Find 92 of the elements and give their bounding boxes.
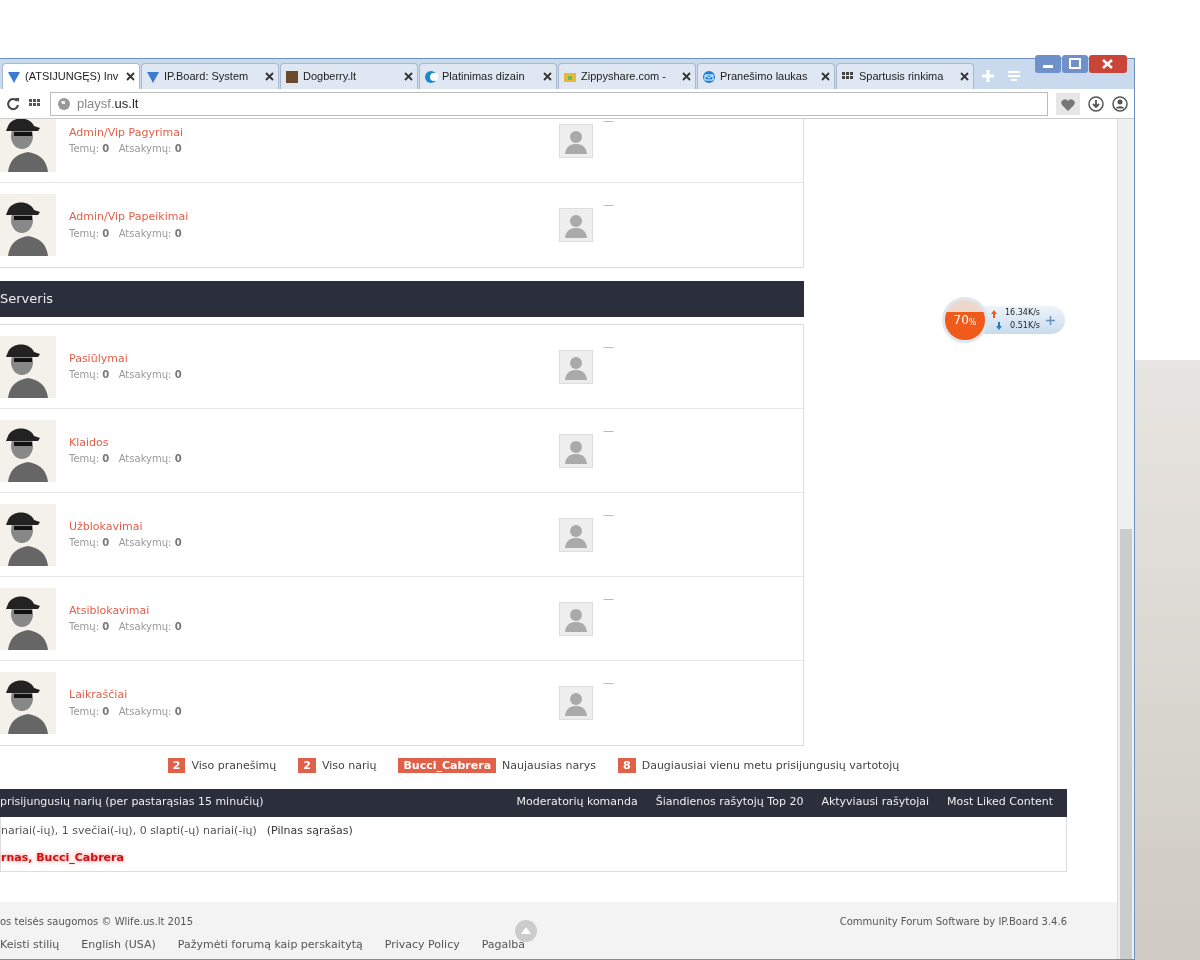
stat-label: Viso pranešimų <box>191 759 277 772</box>
down-arrow-icon <box>996 322 1003 331</box>
scrollbar[interactable] <box>1117 119 1134 959</box>
close-icon[interactable] <box>265 72 274 81</box>
last-post-text: — <box>603 119 615 129</box>
close-icon[interactable] <box>682 72 691 81</box>
forum-stats: Temų: 0 Atsakymų: 0 <box>69 452 183 467</box>
forum-stats: Temų: 0 Atsakymų: 0 <box>69 620 183 635</box>
flag-icon <box>146 69 160 84</box>
full-list-link[interactable]: (Pilnas sąrašas) <box>266 824 353 836</box>
user-placeholder-icon <box>559 686 593 720</box>
online-summary: nariai(-ių), 1 svečiai(-ių), 0 slapti(-ų) nariai(-ių) <box>1 824 257 836</box>
browser-tab[interactable]: IP.Board: System <box>141 63 279 89</box>
forum-link[interactable]: Klaidos <box>69 434 559 452</box>
user-placeholder-icon <box>559 601 593 636</box>
download-icon[interactable] <box>1088 95 1104 112</box>
last-post-text: — <box>603 197 615 213</box>
address-field[interactable]: playsf.us.lt <box>50 91 1048 116</box>
credit-text: Community Forum Software by IP.Board 3.4.6 <box>839 915 1067 929</box>
user-placeholder-icon <box>559 517 593 552</box>
stat-value: 8 <box>618 758 636 773</box>
footer-link[interactable]: English (USA) <box>81 937 156 954</box>
footer-link[interactable]: Pagalba <box>481 937 526 954</box>
header-link[interactable]: Moderatorių komanda <box>516 794 638 811</box>
browser-tab[interactable]: Zippyshare.com - <box>558 63 696 89</box>
avatar-drawing <box>0 119 56 172</box>
window-controls-icon[interactable] <box>1035 55 1127 75</box>
last-post-text: — <box>603 591 615 607</box>
forum-link[interactable]: Pasiūlymai <box>69 350 559 368</box>
header-link[interactable]: Šiandienos rašytojų Top 20 <box>655 794 804 811</box>
avatar-drawing <box>0 419 56 482</box>
account-icon[interactable] <box>1112 95 1128 112</box>
download-speed: 0.51K/s <box>1010 320 1040 332</box>
forum-link[interactable]: Užblokavimai <box>69 518 559 536</box>
avatar-drawing <box>0 587 56 650</box>
category-title: Serveris <box>0 290 53 309</box>
avatar-drawing <box>0 503 56 566</box>
online-title: prisijungusių narių (per pastarąsias 15 minučių) <box>0 794 264 811</box>
forum-stats: Temų: 0 Atsakymų: 0 <box>69 226 183 241</box>
last-post-text: — <box>603 675 615 691</box>
footer-link[interactable]: Pažymėti forumą kaip perskaitytą <box>177 937 363 954</box>
header-link[interactable]: Most Liked Content <box>947 794 1053 811</box>
user-placeholder-icon <box>559 208 593 242</box>
online-members[interactable]: rnas, Bucci_Cabrera <box>1 851 1066 863</box>
copyright-text: os teisės saugomos © Wlife.us.lt 2015 <box>0 915 194 929</box>
user-placeholder-icon <box>559 349 593 384</box>
stat-value: Bucci_Cabrera <box>398 758 497 773</box>
crescent-icon <box>424 69 438 84</box>
reload-icon[interactable] <box>6 96 20 111</box>
forum-stats: Temų: 0 Atsakymų: 0 <box>69 142 183 157</box>
up-arrow-icon <box>991 309 997 318</box>
forum-stats: Temų: 0 Atsakymų: 0 <box>69 536 183 551</box>
avatar-drawing <box>0 672 56 734</box>
browser-tab[interactable]: Pranešimo laukas <box>697 63 835 89</box>
forum-link[interactable]: Laikraščiai <box>69 687 559 704</box>
percent-unit: % <box>968 318 977 329</box>
globe-icon <box>57 96 71 111</box>
browser-tab[interactable]: Platinimas dizain <box>419 63 557 89</box>
avatar-drawing <box>0 335 56 398</box>
header-link[interactable]: Aktyviausi rašytojai <box>821 794 930 811</box>
forum-link[interactable]: Admin/Vip Papeikimai <box>69 209 559 226</box>
thumbnail-icon <box>285 69 299 84</box>
last-post-text: — <box>603 507 615 523</box>
footer-link[interactable]: Privacy Policy <box>384 937 460 954</box>
forum-stats: Temų: 0 Atsakymų: 0 <box>69 704 183 719</box>
stat-label: Viso narių <box>321 759 377 772</box>
forum-stats: Temų: 0 Atsakymų: 0 <box>69 368 183 383</box>
browser-tab[interactable]: (ATSIJUNGĘS) Inv <box>2 63 140 89</box>
close-icon[interactable] <box>960 72 969 81</box>
stat-label: Daugiausiai vienu metu prisijungusių vartotojų <box>641 759 900 772</box>
last-post-text: — <box>603 423 615 439</box>
forum-link[interactable]: Atsiblokavimai <box>69 602 559 620</box>
last-post-text: — <box>603 339 615 355</box>
user-placeholder-icon <box>559 433 593 468</box>
stat-value: 2 <box>167 758 186 773</box>
user-placeholder-icon <box>559 123 593 158</box>
close-icon[interactable] <box>404 72 413 81</box>
footer-link[interactable]: Keisti stilių <box>0 937 60 954</box>
stat-value: 2 <box>298 758 316 773</box>
flag-icon <box>7 69 21 84</box>
avatar-drawing <box>0 194 56 256</box>
upload-speed: 16.34K/s <box>1005 307 1040 320</box>
forum-link[interactable]: Admin/Vip Pagyrimai <box>69 124 559 142</box>
browser-tab[interactable]: Dogberry.lt <box>280 63 418 89</box>
close-icon[interactable] <box>821 72 830 81</box>
percent-value: 70 <box>953 312 969 329</box>
browser-tab[interactable]: Spartusis rinkima <box>836 63 974 89</box>
close-icon[interactable] <box>543 72 552 81</box>
envelope-icon <box>702 69 716 84</box>
stat-label: Naujausias narys <box>502 759 597 772</box>
plus-icon[interactable] <box>1046 315 1055 325</box>
close-icon[interactable] <box>126 72 135 81</box>
